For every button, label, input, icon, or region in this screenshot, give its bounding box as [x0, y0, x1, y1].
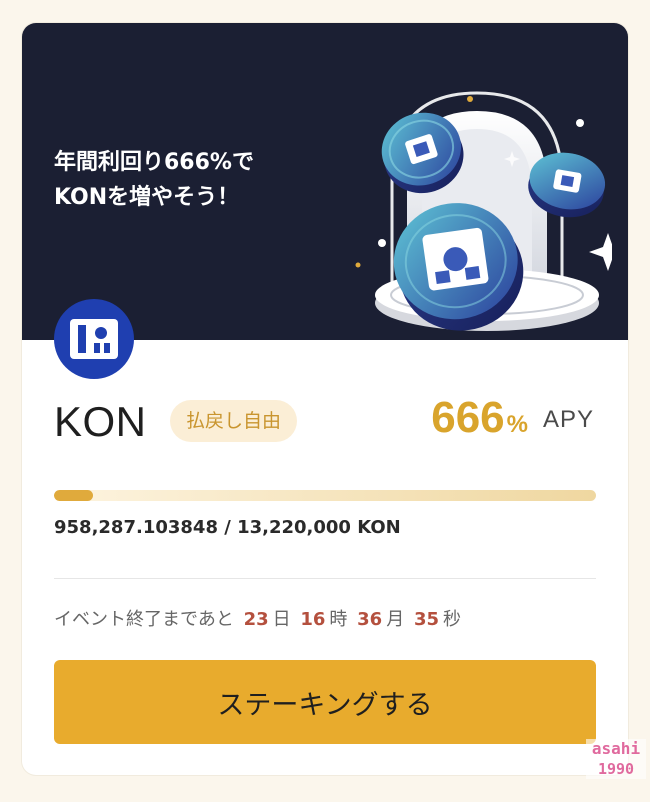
apy-value: 666% — [431, 393, 528, 443]
coins-illustration — [355, 91, 612, 331]
countdown-prefix: イベント終了まであと — [54, 609, 234, 630]
countdown-minutes-unit: 月 — [386, 609, 405, 630]
apy-number: 666 — [431, 393, 505, 442]
divider — [54, 578, 596, 579]
countdown-hours-unit: 時 — [329, 609, 348, 630]
staked-supply-text: 958,287.103848 / 13,220,000 KON — [54, 517, 401, 538]
stake-button[interactable]: ステーキングする — [54, 660, 596, 744]
event-countdown: イベント終了まであと 23 日 16 時 36 月 35 秒 — [54, 605, 461, 631]
countdown-seconds-unit: 秒 — [443, 609, 462, 630]
kon-glyph-icon — [70, 319, 118, 359]
watermark-line-2: 1990 — [597, 760, 635, 778]
flexible-redemption-badge: 払戻し自由 — [170, 400, 298, 442]
staking-progress-fill — [54, 490, 94, 501]
countdown-days: 23 — [243, 609, 269, 630]
countdown-minutes: 36 — [357, 609, 383, 630]
banner-headline: 年間利回り666%で KONを増やそう！ — [54, 145, 254, 215]
watermark-line-1: asahi — [591, 739, 641, 758]
staking-progress-bar — [54, 490, 596, 501]
token-name: KON — [54, 398, 147, 445]
apy-percent-sign: % — [506, 411, 528, 438]
kon-logo-icon — [54, 299, 134, 379]
promo-banner: 年間利回り666%で KONを増やそう！ — [22, 23, 628, 340]
staking-card: 年間利回り666%で KONを増やそう！ KON 払戻し自由 666% APY … — [22, 23, 628, 775]
banner-line-1: 年間利回り666%で — [54, 150, 254, 175]
watermark: asahi 1990 — [586, 739, 646, 779]
countdown-seconds: 35 — [413, 609, 440, 630]
countdown-hours: 16 — [300, 609, 326, 630]
countdown-days-unit: 日 — [272, 609, 291, 630]
banner-line-2: KONを増やそう！ — [54, 185, 240, 210]
apy-label: APY — [542, 406, 594, 433]
